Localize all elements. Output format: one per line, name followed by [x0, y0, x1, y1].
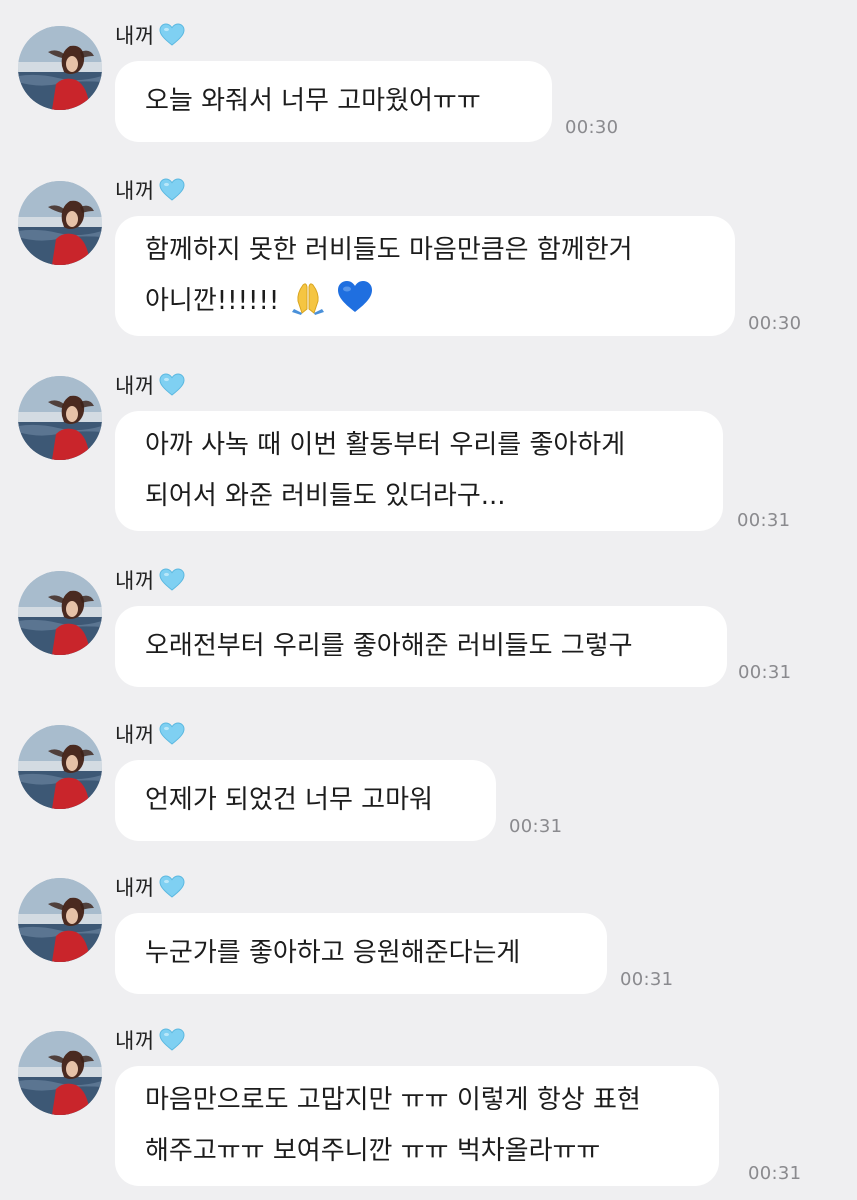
message-bubble[interactable]: 함께하지 못한 러비들도 마음만큼은 함께한거 아니깐!!!!!!	[115, 216, 735, 336]
light-blue-heart-icon	[159, 373, 185, 397]
sender-name: 내꺼	[115, 876, 155, 900]
message-bubble[interactable]: 오래전부터 우리를 좋아해준 러비들도 그렇구	[115, 606, 727, 687]
message-text: 아까 사녹 때 이번 활동부터 우리를 좋아하게	[145, 430, 626, 460]
message-time: 00:31	[620, 969, 674, 990]
light-blue-heart-icon	[159, 1028, 185, 1052]
message-bubble[interactable]: 마음만으로도 고맙지만 ㅠㅠ 이렇게 항상 표현 해주고ㅠㅠ 보여주니깐 ㅠㅠ …	[115, 1066, 719, 1186]
sender-row: 내꺼	[115, 565, 185, 595]
avatar[interactable]	[18, 725, 102, 809]
message-text: 누군가를 좋아하고 응원해준다는게	[145, 938, 521, 968]
sender-name: 내꺼	[115, 179, 155, 203]
sender-name: 내꺼	[115, 24, 155, 48]
light-blue-heart-icon	[159, 178, 185, 202]
avatar[interactable]	[18, 26, 102, 110]
sender-row: 내꺼	[115, 370, 185, 400]
message-text-line-2: 되어서 와준 러비들도 있더라구...	[145, 481, 506, 511]
message-bubble[interactable]: 오늘 와줘서 너무 고마웠어ㅠㅠ	[115, 61, 552, 142]
light-blue-heart-icon	[159, 722, 185, 746]
sender-row: 내꺼	[115, 1025, 185, 1055]
avatar[interactable]	[18, 878, 102, 962]
message-text: 언제가 되었건 너무 고마워	[145, 785, 433, 815]
message-text: 함께하지 못한 러비들도 마음만큼은 함께한거	[145, 235, 633, 265]
message-bubble[interactable]: 아까 사녹 때 이번 활동부터 우리를 좋아하게 되어서 와준 러비들도 있더라…	[115, 411, 723, 531]
avatar[interactable]	[18, 1031, 102, 1115]
message-bubble[interactable]: 누군가를 좋아하고 응원해준다는게	[115, 913, 607, 994]
light-blue-heart-icon	[159, 875, 185, 899]
sender-row: 내꺼	[115, 175, 185, 205]
folded-hands-icon	[291, 283, 324, 315]
light-blue-heart-icon	[159, 23, 185, 47]
sender-row: 내꺼	[115, 20, 185, 50]
sender-name: 내꺼	[115, 723, 155, 747]
blue-heart-icon	[337, 281, 372, 312]
sender-name: 내꺼	[115, 569, 155, 593]
message-time: 00:30	[565, 117, 619, 138]
message-text: 오래전부터 우리를 좋아해준 러비들도 그렇구	[145, 631, 633, 661]
message-text-line-2: 해주고ㅠㅠ 보여주니깐 ㅠㅠ 벅차올라ㅠㅠ	[145, 1136, 601, 1166]
message-bubble[interactable]: 언제가 되었건 너무 고마워	[115, 760, 496, 841]
sender-row: 내꺼	[115, 719, 185, 749]
message-time: 00:31	[737, 510, 791, 531]
avatar[interactable]	[18, 376, 102, 460]
message-time: 00:30	[748, 313, 802, 334]
message-text: 오늘 와줘서 너무 고마웠어ㅠㅠ	[145, 86, 481, 116]
sender-row: 내꺼	[115, 872, 185, 902]
sender-name: 내꺼	[115, 1029, 155, 1053]
sender-name: 내꺼	[115, 374, 155, 398]
message-time: 00:31	[509, 816, 563, 837]
avatar[interactable]	[18, 571, 102, 655]
message-time: 00:31	[738, 662, 792, 683]
light-blue-heart-icon	[159, 568, 185, 592]
message-time: 00:31	[748, 1163, 802, 1184]
message-text: 마음만으로도 고맙지만 ㅠㅠ 이렇게 항상 표현	[145, 1085, 641, 1115]
avatar[interactable]	[18, 181, 102, 265]
message-text-line-2: 아니깐!!!!!!	[145, 276, 705, 327]
